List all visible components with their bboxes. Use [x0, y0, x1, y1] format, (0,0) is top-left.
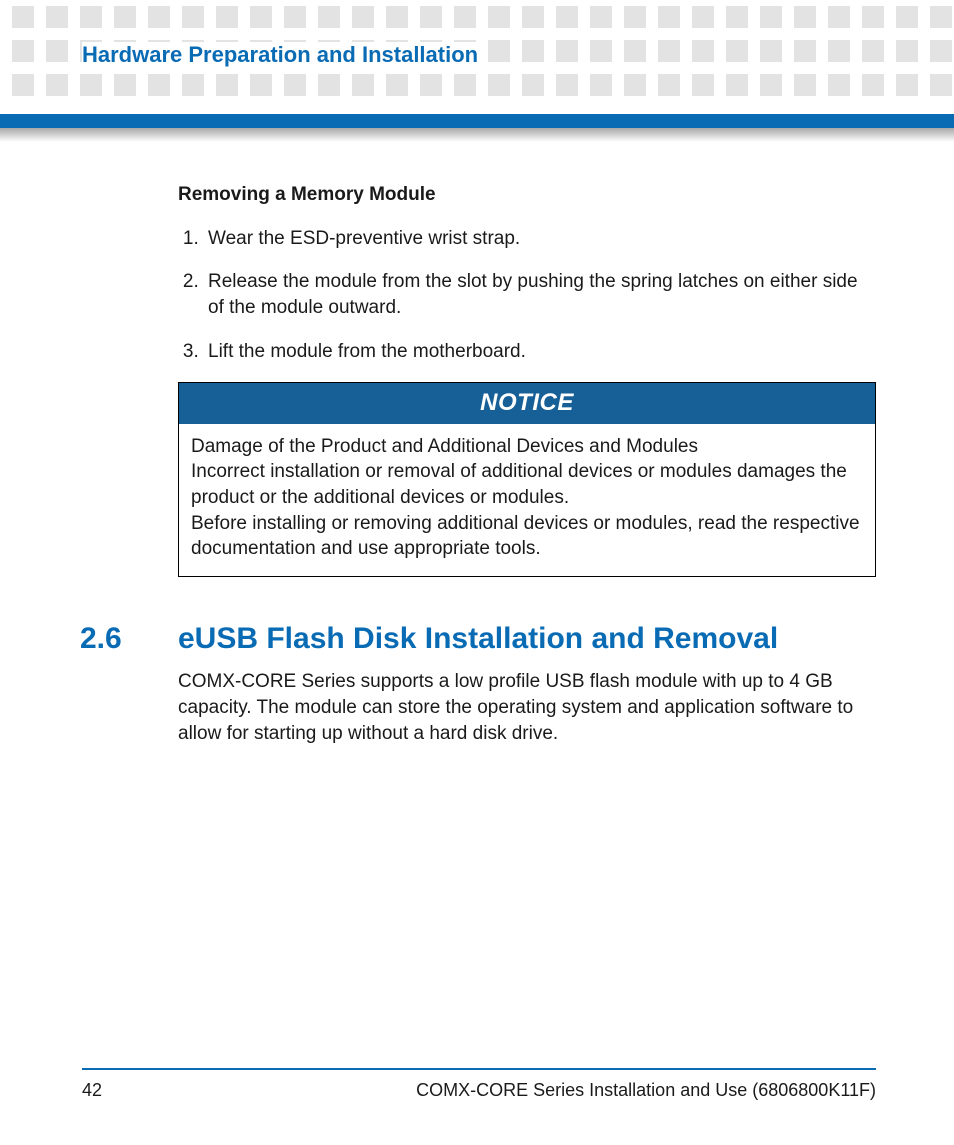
notice-body: Damage of the Product and Additional Dev…	[179, 424, 875, 576]
notice-line: Before installing or removing additional…	[191, 511, 863, 562]
document-id: COMX-CORE Series Installation and Use (6…	[416, 1080, 876, 1101]
subheading-removing-memory-module: Removing a Memory Module	[178, 182, 876, 208]
notice-box: NOTICE Damage of the Product and Additio…	[178, 382, 876, 577]
chapter-title: Hardware Preparation and Installation	[82, 42, 484, 68]
step-item: Lift the module from the motherboard.	[204, 339, 876, 365]
decorative-squares-row	[0, 74, 954, 96]
step-item: Wear the ESD-preventive wrist strap.	[204, 226, 876, 252]
header-gradient-bar	[0, 128, 954, 142]
section-number: 2.6	[80, 619, 178, 660]
section-title: eUSB Flash Disk Installation and Removal	[178, 619, 778, 660]
notice-line: Damage of the Product and Additional Dev…	[191, 434, 863, 460]
notice-line: Incorrect installation or removal of add…	[191, 459, 863, 510]
step-item: Release the module from the slot by push…	[204, 269, 876, 320]
notice-label: NOTICE	[179, 383, 875, 423]
header-blue-bar	[0, 114, 954, 128]
section-body-text: COMX-CORE Series supports a low profile …	[178, 669, 876, 746]
decorative-squares-row	[0, 6, 954, 28]
ordered-steps-list: Wear the ESD-preventive wrist strap. Rel…	[178, 226, 876, 365]
page-footer: 42 COMX-CORE Series Installation and Use…	[82, 1068, 876, 1101]
page-number: 42	[82, 1080, 102, 1101]
